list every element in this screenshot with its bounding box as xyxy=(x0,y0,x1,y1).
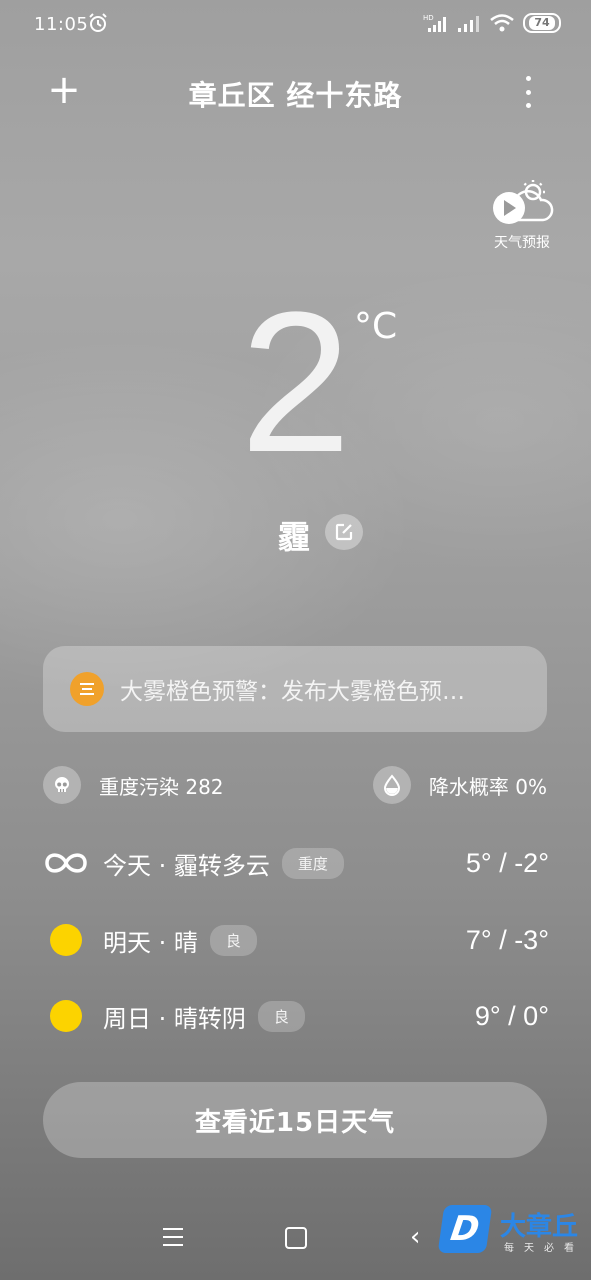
aqi-badge: 良 xyxy=(257,1000,305,1032)
current-condition: 霾 xyxy=(278,518,311,556)
weather-report-label: 天气预报 xyxy=(494,235,550,251)
water-drop-icon xyxy=(372,766,411,804)
watermark-name: 大章丘 xyxy=(500,1212,579,1242)
aqi-text: 重度污染 282 xyxy=(99,774,224,799)
haze-icon xyxy=(43,849,89,877)
more-vertical-icon[interactable] xyxy=(520,76,536,108)
aqi-badge: 良 xyxy=(209,924,257,956)
svg-text:HD: HD xyxy=(423,14,434,22)
forecast-row-sunday[interactable]: 周日 · 晴转阴 良 9° / 0° xyxy=(43,993,549,1039)
forecast-row-today[interactable]: 今天 · 霾转多云 重度 5° / -2° xyxy=(43,840,549,886)
signal-icon xyxy=(458,16,479,32)
location-title[interactable]: 章丘区 经十东路 xyxy=(0,74,591,114)
battery-icon: 74 xyxy=(523,13,561,33)
forecast-day: 今天 · 霾转多云 xyxy=(103,851,270,880)
status-icons: HD 74 xyxy=(423,13,561,33)
menu-icon[interactable] xyxy=(163,1228,183,1246)
current-temperature: 2 xyxy=(240,271,352,494)
home-icon[interactable] xyxy=(285,1227,307,1249)
alert-text: 大雾橙色预警：发布大雾橙色预… xyxy=(120,679,465,705)
battery-level: 74 xyxy=(529,16,555,30)
sun-icon xyxy=(50,924,82,956)
sun-icon xyxy=(50,1000,82,1032)
aqi-badge: 重度 xyxy=(281,847,344,879)
watermark-logo: D xyxy=(437,1205,493,1253)
forecast-temp: 5° / -2° xyxy=(465,847,549,878)
precipitation-text: 降水概率 0% xyxy=(428,774,547,799)
alert-icon xyxy=(70,672,104,706)
precipitation[interactable]: 降水概率 0% xyxy=(372,766,547,804)
weather-report-button[interactable]: 天气预报 xyxy=(484,178,560,252)
temperature-unit: °C xyxy=(354,306,398,347)
fifteen-day-forecast-button[interactable]: 查看近15日天气 xyxy=(43,1082,547,1158)
watermark-slogan: 每天必看 xyxy=(504,1243,584,1254)
air-quality[interactable]: 重度污染 282 xyxy=(43,766,224,804)
weather-alert-card[interactable]: 大雾橙色预警：发布大雾橙色预… xyxy=(43,646,547,732)
weather-video-icon xyxy=(493,180,554,224)
skull-icon xyxy=(43,766,81,804)
forecast-temp: 7° / -3° xyxy=(465,924,549,955)
status-time: 11:05 xyxy=(34,14,89,35)
forecast-row-tomorrow[interactable]: 明天 · 晴 良 7° / -3° xyxy=(43,917,549,963)
alarm-icon xyxy=(89,13,107,32)
forecast-day: 明天 · 晴 xyxy=(103,928,198,957)
wifi-icon xyxy=(490,14,514,32)
hd-signal-icon: HD xyxy=(423,14,446,32)
back-icon[interactable]: ‹ xyxy=(410,1224,420,1250)
forecast-temp: 9° / 0° xyxy=(474,1000,549,1031)
forecast-day: 周日 · 晴转阴 xyxy=(103,1004,246,1033)
edit-icon[interactable] xyxy=(325,514,363,550)
